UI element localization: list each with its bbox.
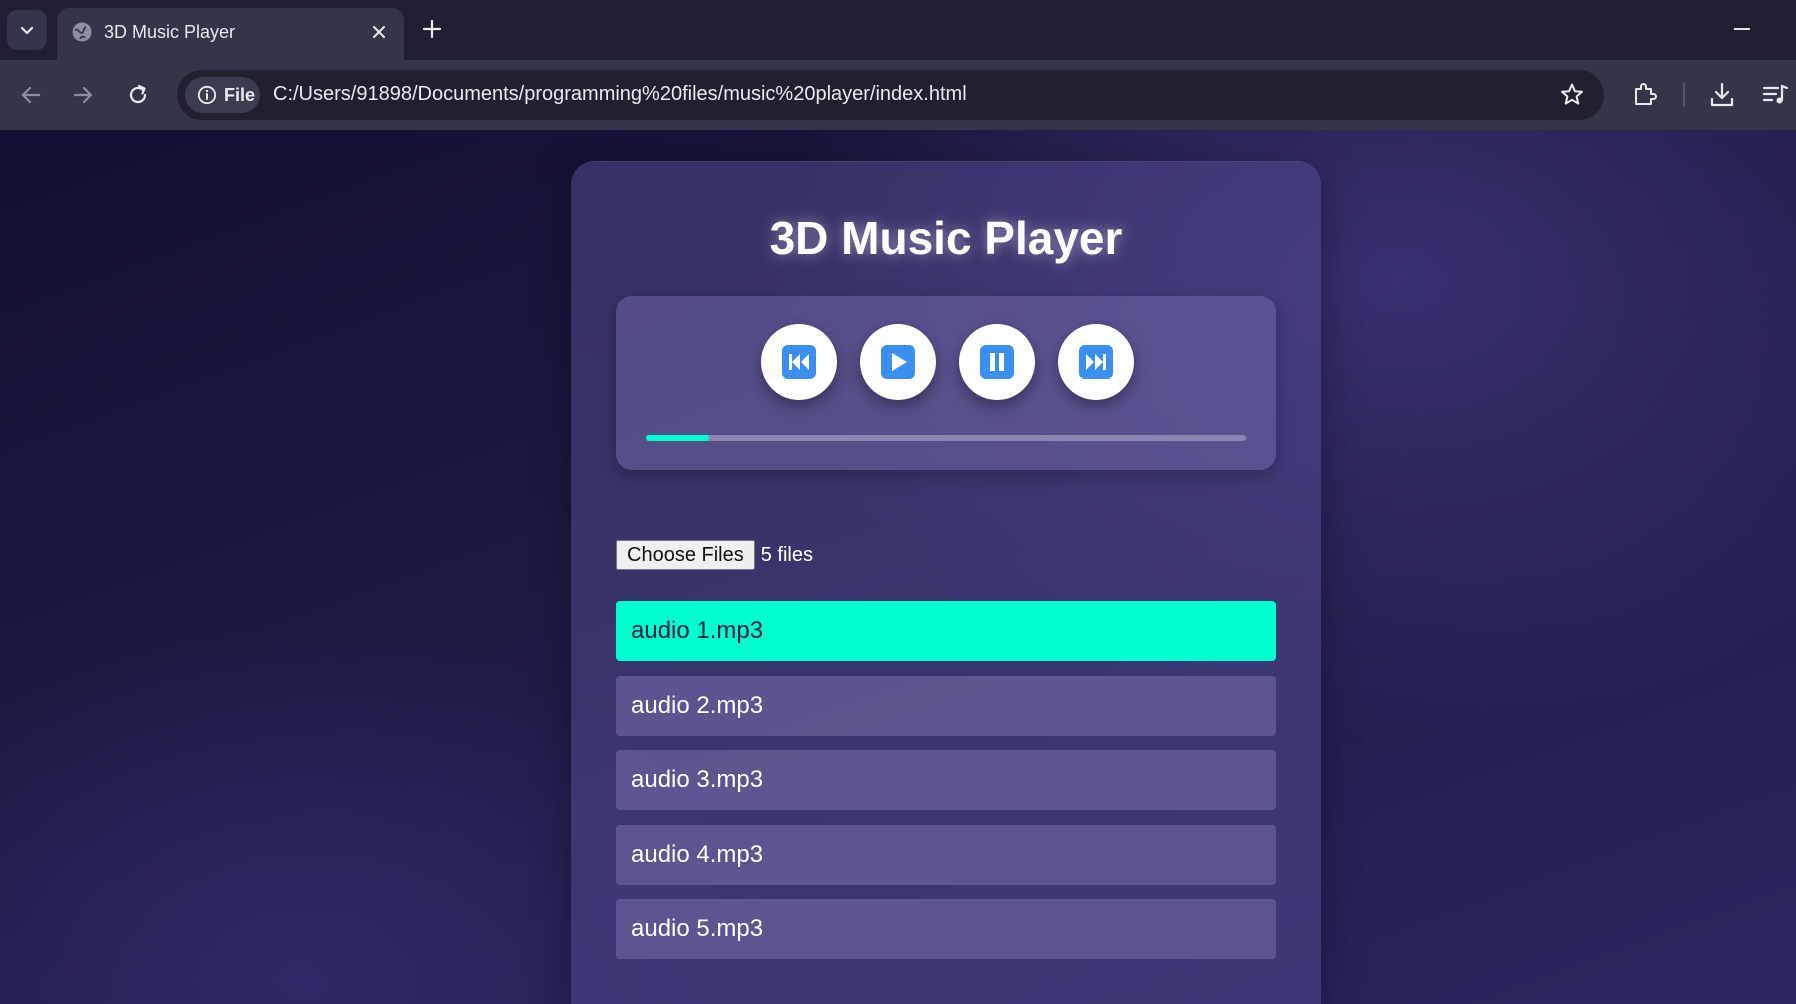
reload-icon[interactable] — [125, 82, 151, 108]
extensions-puzzle-icon[interactable] — [1630, 80, 1660, 110]
playlist: audio 1.mp3 audio 2.mp3 audio 3.mp3 audi… — [616, 601, 1276, 974]
controls-panel — [616, 296, 1276, 470]
minimize-button[interactable] — [1734, 28, 1750, 30]
tab-title: 3D Music Player — [104, 22, 236, 42]
tab-strip: 3D Music Player — [0, 0, 1796, 60]
media-controls-icon[interactable] — [1760, 80, 1790, 110]
play-button[interactable] — [860, 324, 936, 400]
file-count-label: 5 files — [760, 543, 813, 566]
tab-search-button[interactable] — [7, 10, 47, 50]
music-player-card: 3D Music Player Choose Files 5 files aud… — [571, 161, 1321, 1004]
plus-icon[interactable] — [420, 17, 444, 41]
download-icon[interactable] — [1707, 80, 1737, 110]
active-tab[interactable]: 3D Music Player — [57, 8, 404, 60]
choose-files-button[interactable]: Choose Files — [616, 540, 755, 570]
toolbar-divider — [1683, 83, 1685, 107]
playlist-item[interactable]: audio 3.mp3 — [616, 750, 1276, 810]
playlist-item[interactable]: audio 1.mp3 — [616, 601, 1276, 661]
progress-fill — [646, 435, 709, 441]
site-info-chip[interactable]: File — [185, 77, 260, 113]
skip-back-icon — [782, 345, 816, 379]
playlist-item[interactable]: audio 2.mp3 — [616, 675, 1276, 736]
playlist-item[interactable]: audio 5.mp3 — [616, 899, 1276, 959]
address-bar[interactable]: File C:/Users/91898/Documents/programmin… — [177, 70, 1604, 120]
close-icon[interactable] — [368, 21, 390, 43]
forward-arrow-icon[interactable] — [70, 82, 96, 108]
browser-toolbar: File C:/Users/91898/Documents/programmin… — [0, 60, 1796, 130]
skip-forward-icon — [1079, 345, 1113, 379]
globe-icon — [72, 22, 92, 42]
page-viewport: 3D Music Player Choose Files 5 files aud… — [0, 130, 1796, 1004]
site-chip-label: File — [224, 84, 256, 105]
url-text[interactable]: C:/Users/91898/Documents/programming%20f… — [273, 83, 967, 106]
playlist-item[interactable]: audio 4.mp3 — [616, 824, 1276, 885]
chevron-down-icon — [20, 26, 34, 35]
file-input: Choose Files 5 files — [616, 540, 813, 570]
previous-button[interactable] — [761, 324, 837, 400]
next-button[interactable] — [1058, 324, 1134, 400]
pause-icon — [980, 345, 1014, 379]
progress-bar[interactable] — [646, 435, 1246, 441]
info-icon — [197, 85, 217, 105]
pause-button[interactable] — [959, 324, 1035, 400]
back-arrow-icon[interactable] — [18, 82, 44, 108]
bookmark-star-icon[interactable] — [1558, 81, 1586, 109]
play-icon — [881, 345, 915, 379]
page-title: 3D Music Player — [769, 212, 1123, 264]
